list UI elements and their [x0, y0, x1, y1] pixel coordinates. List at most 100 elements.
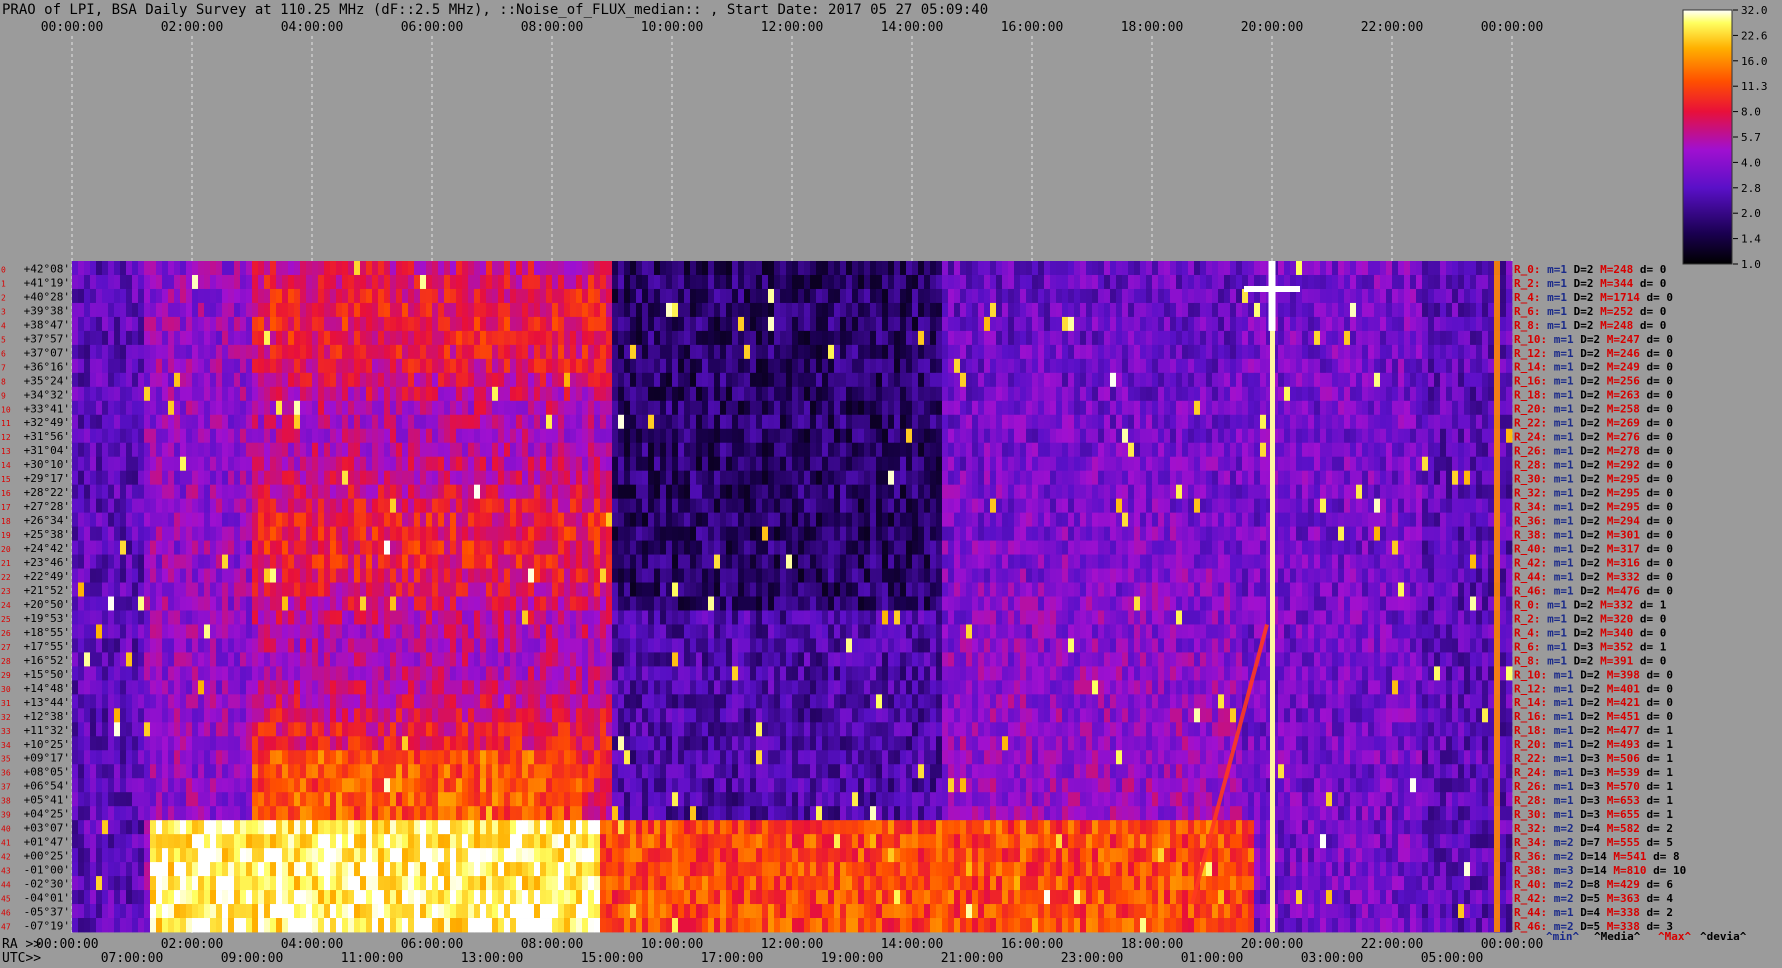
heatmap-cell — [978, 316, 985, 332]
heatmap-cell — [1446, 484, 1453, 500]
heatmap-cell — [1500, 372, 1507, 388]
heatmap-cell — [174, 261, 181, 276]
heatmap-cell — [1164, 261, 1171, 276]
heatmap-cell — [228, 302, 235, 318]
heatmap-cell — [1092, 498, 1099, 514]
heatmap-cell — [858, 316, 865, 332]
heatmap-cell — [1200, 414, 1207, 430]
heatmap-cell — [558, 526, 565, 541]
heatmap-cell — [456, 456, 463, 472]
heatmap-cell — [582, 512, 589, 528]
heatmap-cell — [252, 372, 259, 388]
heatmap-cell — [114, 428, 121, 444]
heatmap-cell — [1188, 358, 1195, 374]
heatmap-cell — [654, 288, 661, 304]
heatmap-cell — [1062, 456, 1069, 472]
heatmap-cell — [138, 414, 145, 430]
heatmap-cell — [1398, 344, 1405, 360]
heatmap-cell — [1458, 274, 1465, 290]
heatmap-cell — [420, 400, 427, 416]
heatmap-cell — [1332, 428, 1339, 444]
heatmap-cell — [906, 386, 913, 402]
heatmap-cell — [324, 316, 331, 332]
heatmap-cell — [546, 442, 553, 458]
heatmap-cell — [210, 330, 217, 346]
heatmap-cell — [510, 302, 517, 318]
heatmap-cell — [108, 442, 115, 458]
heatmap-cell — [1230, 344, 1237, 360]
heatmap-cell — [834, 456, 841, 472]
heatmap-cell — [78, 428, 85, 444]
heatmap-cell — [324, 470, 331, 486]
heatmap-cell — [876, 470, 883, 486]
heatmap-cell — [270, 414, 277, 430]
heatmap-cell — [894, 498, 901, 514]
heatmap-cell — [1356, 428, 1363, 444]
heatmap-cell — [816, 386, 823, 402]
heatmap-cell — [1134, 470, 1141, 486]
heatmap-cell — [630, 498, 637, 514]
heatmap-cell — [270, 302, 277, 318]
heatmap-cell — [282, 498, 289, 514]
heatmap-cell — [1434, 470, 1441, 486]
heatmap-cell — [972, 512, 979, 528]
heatmap-cell — [864, 344, 871, 360]
heatmap-cell — [1062, 498, 1069, 514]
heatmap-cell — [936, 442, 943, 458]
heatmap-cell — [1350, 400, 1357, 416]
heatmap-cell — [1110, 302, 1117, 318]
heatmap-cell — [1410, 274, 1417, 290]
heatmap-cell — [576, 372, 583, 388]
heatmap-cell — [1140, 302, 1147, 318]
heatmap-cell — [636, 414, 643, 430]
heatmap-cell — [1470, 428, 1477, 444]
heatmap-cell — [678, 400, 685, 416]
heatmap-cell — [312, 428, 319, 444]
heatmap-cell — [330, 526, 337, 541]
heatmap-cell — [798, 428, 805, 444]
heatmap-cell — [1062, 316, 1069, 332]
heatmap-cell — [768, 512, 775, 528]
heatmap-cell — [336, 372, 343, 388]
heatmap-cell — [342, 512, 349, 528]
heatmap-cell — [408, 400, 415, 416]
heatmap-cell — [1458, 484, 1465, 500]
heatmap-cell — [498, 414, 505, 430]
heatmap-cell — [870, 414, 877, 430]
heatmap-cell — [1326, 261, 1333, 276]
heatmap-cell — [1434, 358, 1441, 374]
heatmap-cell — [480, 344, 487, 360]
heatmap-cell — [1344, 498, 1351, 514]
heatmap-cell — [1398, 470, 1405, 486]
heatmap-cell — [1176, 526, 1183, 541]
heatmap-cell — [1374, 498, 1381, 514]
heatmap-cell — [264, 498, 271, 514]
heatmap-cell — [840, 372, 847, 388]
heatmap-cell — [174, 330, 181, 346]
heatmap-cell — [1242, 526, 1249, 541]
heatmap-cell — [1320, 316, 1327, 332]
heatmap-cell — [336, 540, 343, 555]
heatmap-cell — [774, 512, 781, 528]
heatmap-cell — [1158, 400, 1165, 416]
heatmap-cell — [654, 428, 661, 444]
heatmap-cell — [396, 512, 403, 528]
heatmap-cell — [510, 330, 517, 346]
heatmap-cell — [390, 330, 397, 346]
heatmap-cell — [354, 470, 361, 486]
heatmap-cell — [378, 400, 385, 416]
heatmap-cell — [1104, 414, 1111, 430]
heatmap-cell — [252, 274, 259, 290]
heatmap-cell — [174, 386, 181, 402]
heatmap-cell — [384, 400, 391, 416]
heatmap-cell — [1254, 442, 1261, 458]
heatmap-cell — [444, 414, 451, 430]
heatmap-cell — [660, 372, 667, 388]
heatmap-cell — [840, 456, 847, 472]
heatmap-cell — [1392, 414, 1399, 430]
heatmap-cell — [204, 414, 211, 430]
heatmap-cell — [456, 484, 463, 500]
heatmap-cell — [1440, 344, 1447, 360]
heatmap-cell — [1206, 261, 1213, 276]
heatmap-cell — [1302, 330, 1309, 346]
